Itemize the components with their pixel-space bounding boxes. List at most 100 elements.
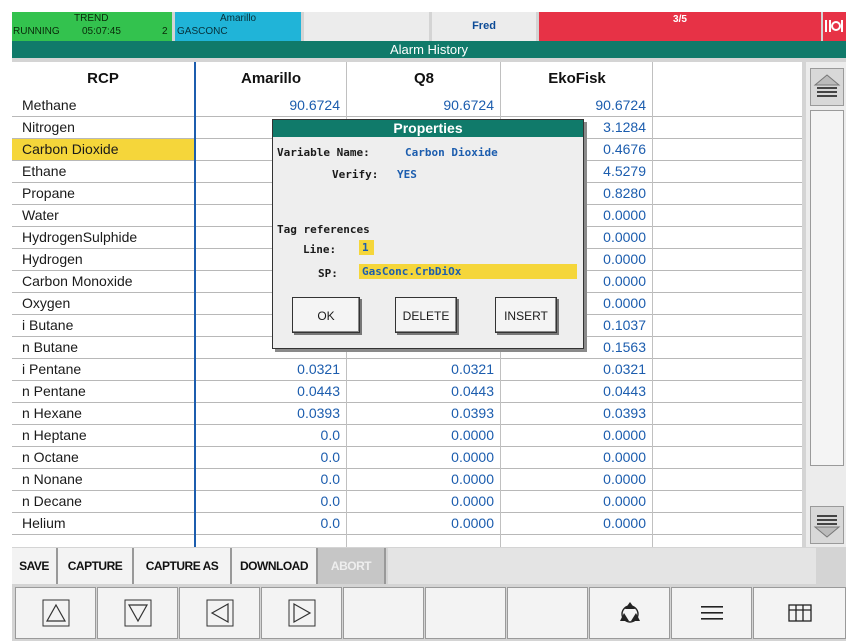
row-label-cell[interactable]: Methane [12, 95, 194, 116]
group-name: GASCONC [177, 26, 228, 37]
row-label-cell[interactable]: Carbon Dioxide [12, 139, 194, 160]
value-cell[interactable]: 90.6724 [196, 95, 346, 116]
table-row[interactable]: n Hexane 0.0393 0.0393 0.0393 [12, 403, 802, 424]
row-label-cell[interactable]: Nitrogen [12, 117, 194, 138]
nav-up-button[interactable] [15, 587, 96, 639]
nav-blank-button[interactable] [507, 587, 588, 639]
delete-button[interactable]: DELETE [395, 297, 457, 333]
value-cell[interactable]: 0.0000 [348, 513, 500, 534]
value-cell[interactable]: 0.0000 [502, 513, 652, 534]
row-divider [12, 534, 802, 535]
row-label-cell[interactable]: i Pentane [12, 359, 194, 380]
table-row[interactable]: n Decane 0.0 0.0000 0.0000 [12, 491, 802, 512]
capture-button[interactable]: CAPTURE [58, 548, 134, 584]
row-label-cell[interactable]: HydrogenSulphide [12, 227, 194, 248]
value-cell[interactable]: 0.0 [196, 513, 346, 534]
column-divider [194, 62, 196, 547]
save-button[interactable]: SAVE [12, 548, 58, 584]
vertical-scrollbar[interactable] [806, 62, 846, 547]
value-cell[interactable]: 0.0321 [196, 359, 346, 380]
value-cell[interactable]: 0.0 [196, 491, 346, 512]
sp-input[interactable]: GasConc.CrbDiOx [359, 264, 577, 279]
line-input[interactable]: 1 [359, 240, 374, 255]
value-cell[interactable]: 0.0321 [348, 359, 500, 380]
nav-blank-button[interactable] [425, 587, 506, 639]
table-row[interactable]: Methane 90.6724 90.6724 90.6724 [12, 95, 802, 116]
column-header-ekofisk[interactable]: EkoFisk [502, 66, 652, 92]
nav-grid-button[interactable] [753, 587, 846, 639]
column-header-q8[interactable]: Q8 [348, 66, 500, 92]
value-cell[interactable]: 90.6724 [348, 95, 500, 116]
value-cell[interactable]: 0.0393 [348, 403, 500, 424]
group-number: 2 [162, 26, 168, 37]
value-cell[interactable]: 0.0 [196, 425, 346, 446]
abort-button[interactable]: ABORT [318, 548, 386, 584]
triangle-down-icon [124, 599, 151, 627]
row-label-cell[interactable]: n Nonane [12, 469, 194, 490]
value-cell[interactable]: 0.0000 [502, 425, 652, 446]
value-cell[interactable]: 0.0000 [502, 469, 652, 490]
row-label-cell[interactable]: n Heptane [12, 425, 194, 446]
value-cell[interactable]: 0.0000 [502, 447, 652, 468]
nav-blank-button[interactable] [343, 587, 424, 639]
ok-button[interactable]: OK [292, 297, 360, 333]
value-cell[interactable]: 0.0393 [196, 403, 346, 424]
column-header-amarillo[interactable]: Amarillo [196, 66, 346, 92]
nav-down-button[interactable] [97, 587, 178, 639]
table-row[interactable]: n Heptane 0.0 0.0000 0.0000 [12, 425, 802, 446]
row-label-cell[interactable]: Hydrogen [12, 249, 194, 270]
table-row[interactable]: i Pentane 0.0321 0.0321 0.0321 [12, 359, 802, 380]
scroll-down-button[interactable] [810, 506, 844, 544]
value-cell[interactable]: 0.0000 [502, 491, 652, 512]
table-row[interactable]: Helium 0.0 0.0000 0.0000 [12, 513, 802, 534]
row-label-cell[interactable]: Propane [12, 183, 194, 204]
value-cell[interactable]: 0.0 [196, 469, 346, 490]
row-label-cell[interactable]: Oxygen [12, 293, 194, 314]
column-header-rcp[interactable]: RCP [12, 66, 194, 92]
scroll-thumb[interactable] [810, 110, 844, 466]
row-label-cell[interactable]: n Hexane [12, 403, 194, 424]
scroll-up-button[interactable] [810, 68, 844, 106]
value-cell[interactable]: 0.0443 [196, 381, 346, 402]
table-row[interactable]: n Nonane 0.0 0.0000 0.0000 [12, 469, 802, 490]
row-label-cell[interactable]: i Butane [12, 315, 194, 336]
trend-status-panel[interactable]: TREND RUNNING 05:07:45 2 [12, 12, 172, 41]
value-cell[interactable]: 0.0443 [502, 381, 652, 402]
value-cell[interactable]: 0.0 [196, 447, 346, 468]
alarm-counter[interactable]: 3/5 [539, 12, 821, 41]
row-label-cell[interactable]: n Butane [12, 337, 194, 358]
logo-panel [823, 12, 846, 41]
row-label-cell[interactable]: Carbon Monoxide [12, 271, 194, 292]
row-label-cell[interactable]: Helium [12, 513, 194, 534]
value-cell[interactable]: 0.0000 [348, 491, 500, 512]
group-panel[interactable]: Amarillo GASCONC [175, 12, 301, 41]
row-label-cell[interactable]: n Decane [12, 491, 194, 512]
row-label-cell[interactable]: n Octane [12, 447, 194, 468]
capture-as-button[interactable]: CAPTURE AS [134, 548, 232, 584]
nav-recycle-button[interactable] [589, 587, 670, 639]
table-row[interactable]: n Octane 0.0 0.0000 0.0000 [12, 447, 802, 468]
variable-name-value[interactable]: Carbon Dioxide [405, 146, 498, 159]
value-cell[interactable]: 0.0393 [502, 403, 652, 424]
nav-menu-button[interactable] [671, 587, 752, 639]
recorder-screen: TREND RUNNING 05:07:45 2 Amarillo GASCON… [12, 12, 846, 641]
value-cell[interactable]: 0.0000 [348, 447, 500, 468]
verify-value[interactable]: YES [397, 168, 417, 181]
nav-right-button[interactable] [261, 587, 342, 639]
line-label: Line: [303, 243, 337, 256]
table-row[interactable]: n Pentane 0.0443 0.0443 0.0443 [12, 381, 802, 402]
nav-left-button[interactable] [179, 587, 260, 639]
value-cell[interactable]: 90.6724 [502, 95, 652, 116]
triangle-left-icon [206, 599, 233, 627]
value-cell[interactable]: 0.0000 [348, 469, 500, 490]
row-label-cell[interactable]: Water [12, 205, 194, 226]
insert-button[interactable]: INSERT [495, 297, 557, 333]
row-label-cell[interactable]: n Pentane [12, 381, 194, 402]
value-cell[interactable]: 0.0000 [348, 425, 500, 446]
download-button[interactable]: DOWNLOAD [232, 548, 318, 584]
page-title: Alarm History [12, 41, 846, 58]
value-cell[interactable]: 0.0321 [502, 359, 652, 380]
user-name[interactable]: Fred [432, 12, 536, 41]
row-label-cell[interactable]: Ethane [12, 161, 194, 182]
value-cell[interactable]: 0.0443 [348, 381, 500, 402]
